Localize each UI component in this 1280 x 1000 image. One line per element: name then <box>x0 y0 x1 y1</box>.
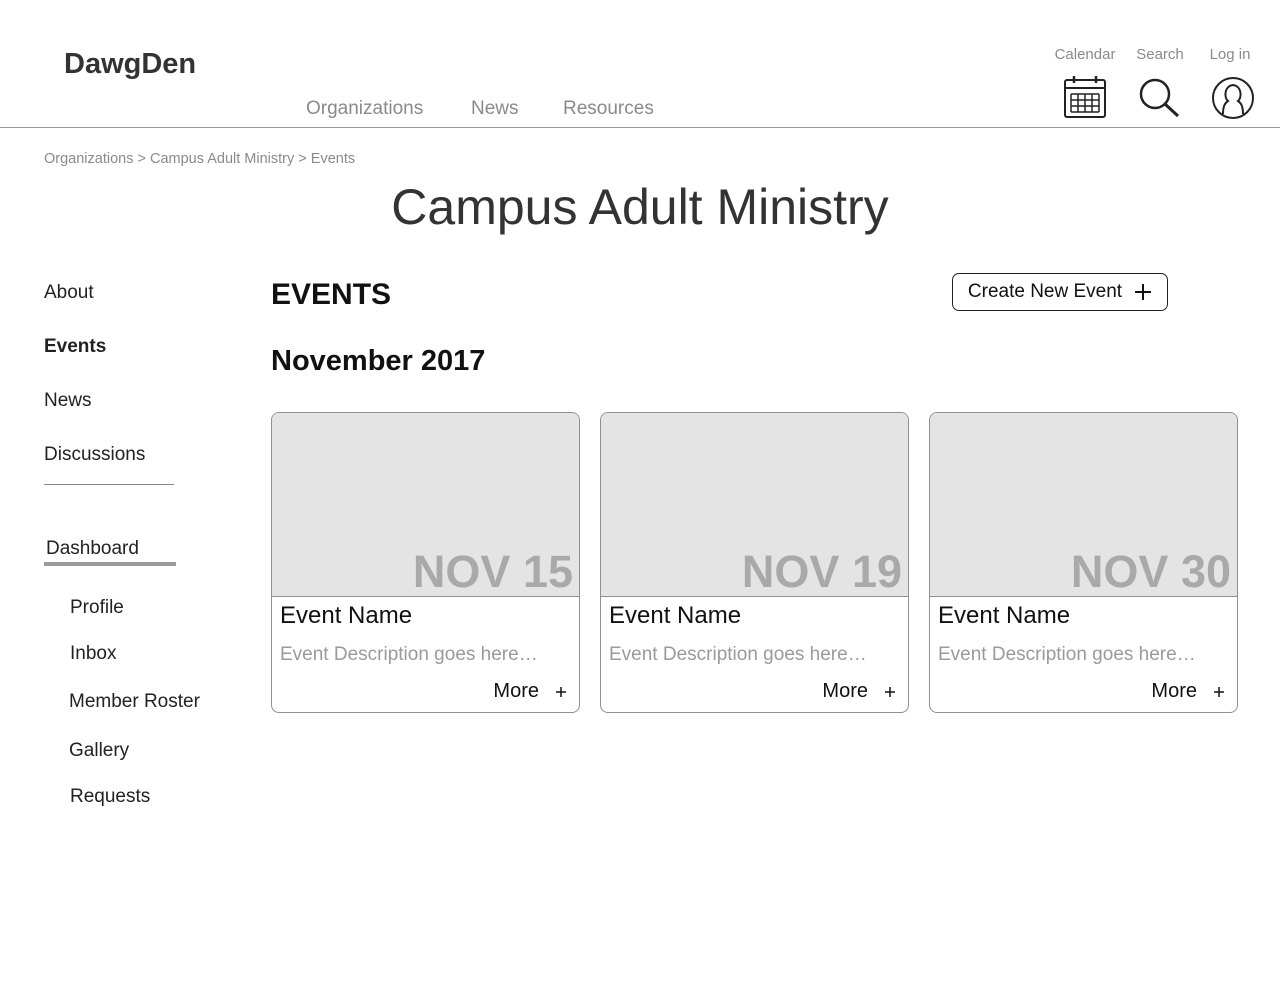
sidebar-item-discussions[interactable]: Discussions <box>44 444 145 466</box>
event-more-button[interactable]: More <box>1151 680 1225 703</box>
breadcrumb: Organizations > Campus Adult Ministry > … <box>44 151 355 167</box>
search-icon[interactable] <box>1138 77 1182 119</box>
calendar-icon[interactable] <box>1063 74 1107 120</box>
plus-icon <box>1135 284 1152 300</box>
event-card[interactable]: NOV 15 Event Name Event Description goes… <box>271 412 580 713</box>
header-divider <box>0 127 1280 128</box>
section-title: EVENTS <box>271 278 392 311</box>
nav-news[interactable]: News <box>471 98 519 120</box>
event-date: NOV 30 <box>1070 546 1231 597</box>
event-card[interactable]: NOV 19 Event Name Event Description goes… <box>600 412 909 713</box>
event-more-button[interactable]: More <box>822 680 896 703</box>
event-more-label: More <box>1151 680 1197 702</box>
event-date: NOV 15 <box>412 546 573 597</box>
month-title: November 2017 <box>271 345 486 377</box>
event-description: Event Description goes here… <box>280 644 538 665</box>
calendar-link[interactable]: Calendar <box>1052 46 1118 63</box>
event-name[interactable]: Event Name <box>938 602 1070 630</box>
sidebar-divider <box>44 484 174 485</box>
nav-resources[interactable]: Resources <box>563 98 654 120</box>
page-title: Campus Adult Ministry <box>391 179 889 235</box>
plus-icon <box>556 686 566 697</box>
event-card[interactable]: NOV 30 Event Name Event Description goes… <box>929 412 1238 713</box>
create-new-event-button[interactable]: Create New Event <box>952 273 1168 311</box>
breadcrumb-campus-adult-ministry[interactable]: Campus Adult Ministry <box>150 151 294 167</box>
sidebar-item-events[interactable]: Events <box>44 336 106 358</box>
site-logo[interactable]: DawgDen <box>64 48 196 81</box>
login-link[interactable]: Log in <box>1204 46 1256 63</box>
event-date: NOV 19 <box>741 546 902 597</box>
event-more-label: More <box>493 680 539 702</box>
nav-organizations[interactable]: Organizations <box>306 98 423 120</box>
breadcrumb-organizations[interactable]: Organizations <box>44 151 133 167</box>
plus-icon <box>885 686 895 697</box>
dashboard-tab[interactable]: Dashboard <box>46 538 139 560</box>
dashboard-item-profile[interactable]: Profile <box>70 597 124 619</box>
event-description: Event Description goes here… <box>609 644 867 665</box>
user-icon[interactable] <box>1211 76 1255 120</box>
breadcrumb-separator: > <box>298 151 307 167</box>
dashboard-item-member-roster[interactable]: Member Roster <box>69 691 200 713</box>
search-link[interactable]: Search <box>1132 46 1188 63</box>
breadcrumb-separator: > <box>137 151 146 167</box>
dashboard-underline <box>44 562 176 566</box>
dashboard-item-requests[interactable]: Requests <box>70 786 150 808</box>
event-description: Event Description goes here… <box>938 644 1196 665</box>
create-new-event-label: Create New Event <box>967 281 1123 302</box>
event-name[interactable]: Event Name <box>280 602 412 630</box>
sidebar-item-news[interactable]: News <box>44 390 92 412</box>
dashboard-item-inbox[interactable]: Inbox <box>70 643 116 665</box>
plus-icon <box>1214 686 1224 697</box>
breadcrumb-events[interactable]: Events <box>311 151 355 167</box>
dashboard-item-gallery[interactable]: Gallery <box>69 740 129 762</box>
event-more-label: More <box>822 680 868 702</box>
event-more-button[interactable]: More <box>493 680 567 703</box>
sidebar-item-about[interactable]: About <box>44 282 94 304</box>
event-name[interactable]: Event Name <box>609 602 741 630</box>
